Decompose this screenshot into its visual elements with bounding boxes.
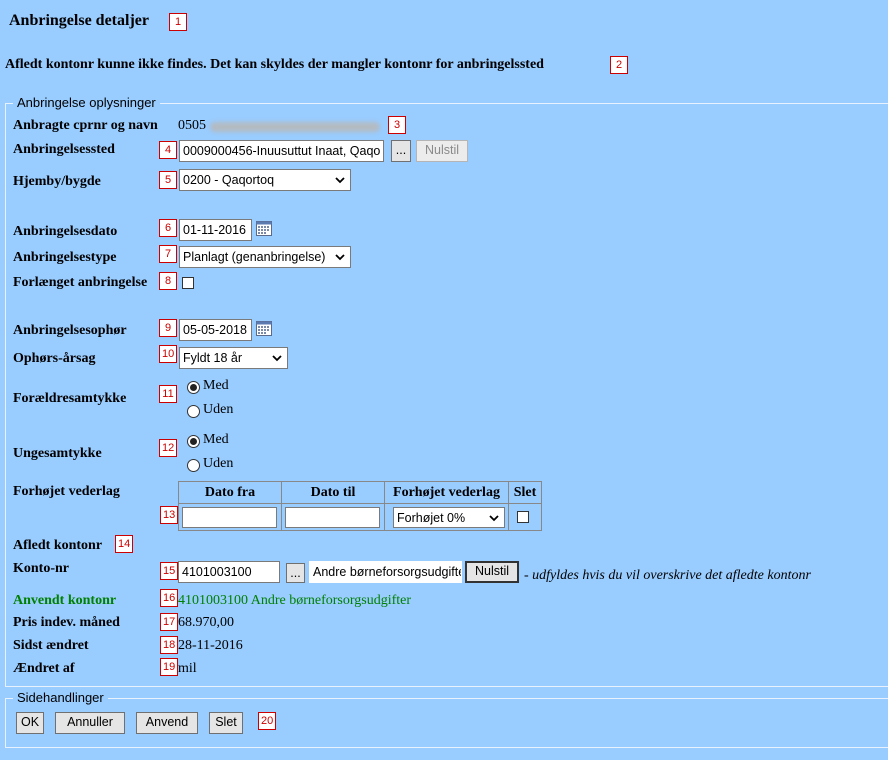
col-vederlag: Forhøjet vederlag <box>384 481 509 504</box>
badge-17: 17 <box>160 613 179 631</box>
vederlag-value: Forhøjet 0% <box>397 510 466 525</box>
badge-18: 18 <box>160 636 179 654</box>
pris-label: Pris indev. måned <box>13 615 120 630</box>
ophoer-label: Anbringelsesophør <box>13 323 127 338</box>
badge-5: 5 <box>159 171 177 189</box>
badge-14: 14 <box>115 535 134 553</box>
redacted-name <box>210 122 380 132</box>
slet-checkbox[interactable] <box>517 511 529 523</box>
badge-4: 4 <box>159 141 177 159</box>
sted-browse-button[interactable]: ... <box>391 140 411 162</box>
col-dato-fra: Dato fra <box>178 481 282 504</box>
aarsag-select[interactable]: Fyldt 18 år <box>179 347 288 369</box>
unge-uden-radio[interactable] <box>187 459 200 472</box>
cpr-label: Anbragte cprnr og navn <box>13 118 158 133</box>
page-title: Anbringelse detaljer <box>9 12 149 29</box>
foraeldre-uden-label: Uden <box>203 402 234 417</box>
hjemby-label: Hjemby/bygde <box>13 174 101 189</box>
unge-uden-label: Uden <box>203 456 234 471</box>
sted-label: Anbringelsessted <box>13 142 115 157</box>
sidst-value: 28-11-2016 <box>178 638 243 653</box>
sted-input[interactable]: 0009000456-Inuusuttut Inaat, Qaqo <box>179 140 384 162</box>
konto-input[interactable]: 4101003100 <box>178 561 280 583</box>
table-header-row: Dato fra Dato til Forhøjet vederlag Slet <box>178 481 542 504</box>
anbringelse-legend: Anbringelse oplysninger <box>13 95 160 110</box>
calendar-icon[interactable] <box>256 321 272 336</box>
anvendt-label: Anvendt kontonr <box>13 593 117 608</box>
apply-button[interactable]: Anvend <box>136 712 198 734</box>
anbringelse-fieldset <box>5 103 888 687</box>
type-label: Anbringelsestype <box>13 250 117 265</box>
forlaenget-label: Forlænget anbringelse <box>13 275 148 290</box>
badge-16: 16 <box>160 589 179 607</box>
unge-med-radio[interactable] <box>187 435 200 448</box>
vederlag-select[interactable]: Forhøjet 0% <box>393 506 505 528</box>
foraeldre-med-label: Med <box>203 378 229 393</box>
unge-label: Ungesamtykke <box>13 446 102 461</box>
chevron-down-icon <box>335 177 345 184</box>
badge-19: 19 <box>160 658 179 676</box>
aarsag-label: Ophørs-årsag <box>13 351 96 366</box>
vederlag-table: Dato fra Dato til Forhøjet vederlag Slet… <box>178 481 542 531</box>
dato-label: Anbringelsesdato <box>13 224 118 239</box>
foraeldre-med-radio[interactable] <box>187 381 200 394</box>
sidst-label: Sidst ændret <box>13 638 89 653</box>
badge-3: 3 <box>388 116 406 134</box>
hjemby-select[interactable]: 0200 - Qaqortoq <box>179 169 351 191</box>
badge-20: 20 <box>258 712 277 730</box>
konto-label: Konto-nr <box>13 561 69 576</box>
ophoer-input[interactable]: 05-05-2018 <box>179 319 252 341</box>
badge-8: 8 <box>159 272 177 290</box>
aendret-label: Ændret af <box>13 661 75 676</box>
dato-til-input[interactable] <box>285 506 380 528</box>
badge-2: 2 <box>610 56 628 74</box>
dato-fra-input[interactable] <box>182 506 277 528</box>
badge-6: 6 <box>159 219 177 237</box>
konto-hint: - udfyldes hvis du vil overskrive det af… <box>524 568 811 583</box>
cpr-value: 0505 <box>178 118 206 133</box>
vederlag-label: Forhøjet vederlag <box>13 484 120 499</box>
calendar-icon[interactable] <box>256 221 272 236</box>
konto-browse-button[interactable]: ... <box>286 563 305 583</box>
badge-1: 1 <box>169 13 187 31</box>
unge-med-label: Med <box>203 432 229 447</box>
col-dato-til: Dato til <box>281 481 385 504</box>
cancel-button[interactable]: Annuller <box>55 712 125 734</box>
type-select[interactable]: Planlagt (genanbringelse) <box>179 246 351 268</box>
anvendt-value: 4101003100 Andre børneforsorgsudgifter <box>178 593 412 608</box>
aarsag-value: Fyldt 18 år <box>183 351 243 365</box>
chevron-down-icon <box>272 355 282 362</box>
badge-11: 11 <box>159 385 177 403</box>
col-slet: Slet <box>508 481 542 504</box>
ok-button[interactable]: OK <box>16 712 44 734</box>
foraeldre-label: Forældresamtykke <box>13 391 127 406</box>
badge-13: 13 <box>160 506 179 524</box>
aendret-value: mil <box>178 661 197 676</box>
table-row: Forhøjet 0% <box>178 503 542 531</box>
badge-12: 12 <box>159 439 178 457</box>
foraeldre-uden-radio[interactable] <box>187 405 200 418</box>
hjemby-value: 0200 - Qaqortoq <box>183 173 275 187</box>
warning-message: Afledt kontonr kunne ikke findes. Det ka… <box>5 57 544 72</box>
konto-reset-button[interactable]: Nulstil <box>465 561 519 583</box>
konto-text-input[interactable]: Andre børneforsorgsudgifter <box>309 561 462 583</box>
chevron-down-icon <box>489 514 499 521</box>
afledt-label: Afledt kontonr <box>13 538 103 553</box>
badge-10: 10 <box>159 345 178 363</box>
pris-value: 68.970,00 <box>178 615 234 630</box>
delete-button[interactable]: Slet <box>209 712 243 734</box>
badge-9: 9 <box>159 319 177 337</box>
sted-reset-button[interactable]: Nulstil <box>416 140 468 162</box>
dato-input[interactable]: 01-11-2016 <box>179 219 252 241</box>
chevron-down-icon <box>335 254 345 261</box>
forlaenget-checkbox[interactable] <box>182 277 194 289</box>
badge-7: 7 <box>159 245 177 263</box>
sidehandlinger-legend: Sidehandlinger <box>13 690 108 705</box>
badge-15: 15 <box>160 562 179 580</box>
type-value: Planlagt (genanbringelse) <box>183 250 326 264</box>
